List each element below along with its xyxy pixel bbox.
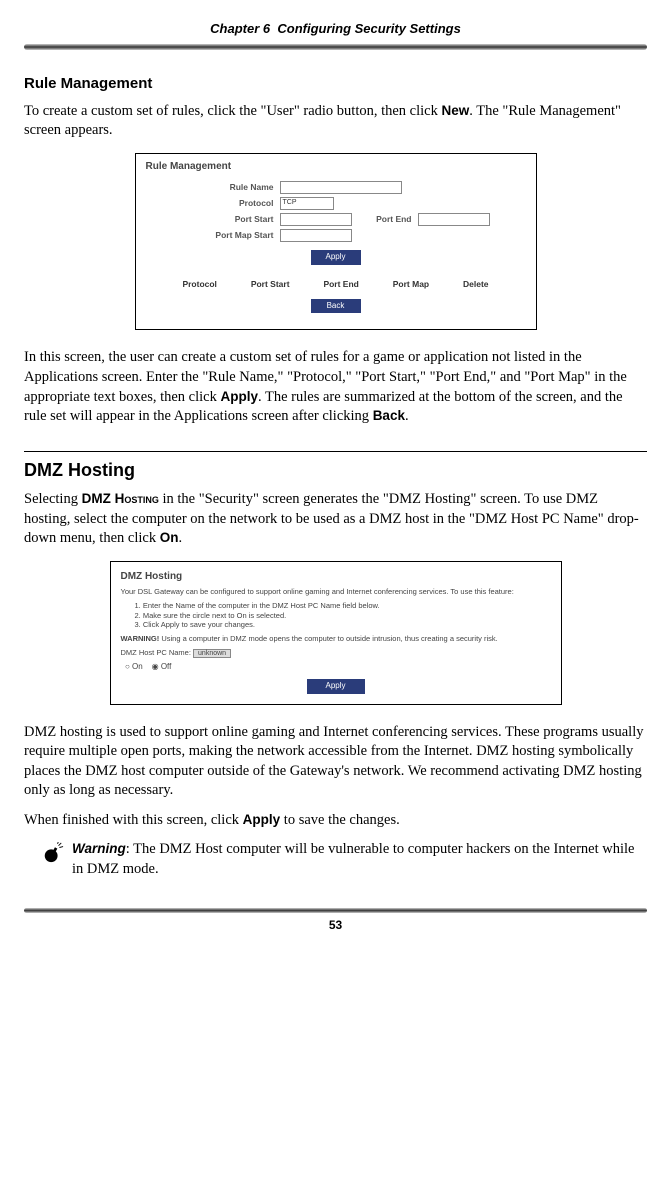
text: DMZ: [566, 491, 598, 507]
on-label: On: [160, 530, 179, 545]
header-rule: [24, 44, 647, 50]
rule-management-heading: Rule Management: [24, 74, 647, 94]
rm-form: Rule Name Protocol TCP Port Start Port E…: [196, 181, 526, 242]
footer-rule: [24, 908, 647, 913]
dmz-host-row: DMZ Host PC Name: unknown: [121, 648, 551, 658]
col-port-start: Port Start: [251, 279, 290, 290]
text: to save the changes.: [280, 812, 400, 828]
text: DMZ: [87, 861, 119, 877]
port-start-input[interactable]: [280, 213, 352, 226]
text: Host: [507, 511, 542, 527]
port-end-label: Port End: [352, 214, 418, 225]
text: Selecting: [24, 491, 82, 507]
new-label: New: [442, 103, 470, 118]
text: DMZ: [563, 763, 595, 779]
dmz-intro-text: Your DSL Gateway can be configured to su…: [121, 587, 551, 597]
dmz-hosting-heading: DMZ Hosting: [24, 451, 647, 482]
dmz-hosting-bold: DMZ Hosting: [82, 491, 159, 506]
text: in the "Security" screen generates the ": [159, 491, 389, 507]
text: : The: [126, 841, 160, 857]
radio-off-label: Off: [161, 662, 172, 671]
rm-columns: Protocol Port Start Port End Port Map De…: [166, 279, 506, 290]
dmz-hosting-screenshot: DMZ Hosting Your DSL Gateway can be conf…: [110, 561, 562, 705]
text: DMZ: [85, 763, 117, 779]
radio-on-label: On: [132, 662, 143, 671]
dmz-desc-1: DMZ hosting is used to support online ga…: [24, 723, 647, 801]
text: PC: [542, 511, 560, 527]
rule-management-desc: In this screen, the user can create a cu…: [24, 348, 647, 426]
text: mode.: [119, 861, 158, 877]
apply-label: Apply: [243, 812, 281, 827]
rm-back-button[interactable]: Back: [311, 299, 361, 314]
warning-block: Warning: The DMZ Host computer will be v…: [42, 840, 647, 879]
dmz-step-3: 3. Click Apply to save your changes.: [135, 620, 551, 630]
dmz-host-select[interactable]: unknown: [193, 649, 231, 658]
bomb-icon: [42, 842, 64, 864]
port-end-input[interactable]: [418, 213, 490, 226]
protocol-select[interactable]: TCP: [280, 197, 334, 210]
col-port-end: Port End: [323, 279, 358, 290]
warning-label: Warning: [72, 841, 126, 856]
protocol-label: Protocol: [196, 198, 280, 209]
dmz-warn-text: Using a computer in DMZ mode opens the c…: [159, 634, 498, 643]
radio-off-icon[interactable]: ◉: [152, 662, 159, 671]
text: Hosting" screen. To use: [421, 491, 566, 507]
col-port-map: Port Map: [393, 279, 429, 290]
dmz-radio-group: ○ On ◉ Off: [121, 662, 551, 673]
rule-management-screenshot: Rule Management Rule Name Protocol TCP P…: [135, 153, 537, 331]
text: DMZ: [475, 511, 507, 527]
chapter-title: Configuring Security Settings: [277, 21, 460, 36]
rule-management-intro: To create a custom set of rules, click t…: [24, 102, 647, 141]
dmz-apply-button[interactable]: Apply: [307, 679, 365, 694]
text: .: [178, 530, 182, 546]
port-map-start-label: Port Map Start: [196, 230, 280, 241]
dmz-title: DMZ Hosting: [121, 570, 551, 584]
text: host computer outside of the Gateway's n…: [117, 763, 563, 779]
col-protocol: Protocol: [182, 279, 216, 290]
chapter-number: Chapter 6: [210, 21, 270, 36]
dmz-step-1: 1. Enter the Name of the computer in the…: [135, 601, 551, 611]
text: DMZ: [159, 841, 191, 857]
text: DMZ: [476, 743, 508, 759]
text: hosting, select the computer on the netw…: [24, 511, 369, 527]
radio-on-icon[interactable]: ○: [125, 662, 130, 671]
text: DMZ: [24, 724, 56, 740]
apply-label: Apply: [221, 389, 259, 404]
port-start-label: Port Start: [196, 214, 280, 225]
dmz-steps: 1. Enter the Name of the computer in the…: [135, 601, 551, 630]
rule-name-label: Rule Name: [196, 182, 280, 193]
dmz-warning: WARNING! Using a computer in DMZ mode op…: [121, 634, 551, 644]
text: To create a custom set of rules, click t…: [24, 103, 438, 119]
dmz-step-2: 2. Make sure the circle next to On is se…: [135, 611, 551, 621]
text: When finished with this screen, click: [24, 812, 243, 828]
rm-apply-button[interactable]: Apply: [311, 250, 361, 265]
warning-text: Warning: The DMZ Host computer will be v…: [72, 840, 647, 879]
rm-title: Rule Management: [146, 160, 526, 174]
col-delete: Delete: [463, 279, 489, 290]
dmz-intro: Selecting DMZ Hosting in the "Security" …: [24, 490, 647, 549]
dmz-desc-2: When finished with this screen, click Ap…: [24, 811, 647, 831]
text: .: [405, 408, 409, 424]
back-label: Back: [373, 408, 405, 423]
dmz-warn-label: WARNING!: [121, 634, 160, 643]
dmz-host-label: DMZ Host PC Name:: [121, 648, 191, 657]
rule-name-input[interactable]: [280, 181, 402, 194]
text: host in the ": [401, 511, 475, 527]
text: DMZ: [369, 511, 401, 527]
text: DMZ: [389, 491, 421, 507]
chapter-header: Chapter 6 Configuring Security Settings: [24, 20, 647, 38]
port-map-start-input[interactable]: [280, 229, 352, 242]
page-number: 53: [24, 917, 647, 933]
